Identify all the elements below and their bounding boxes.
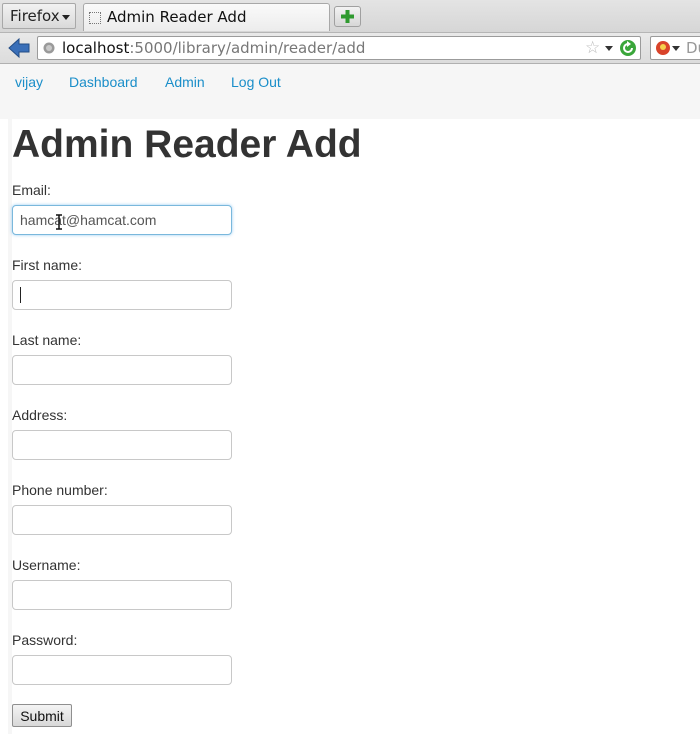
page-title: Admin Reader Add bbox=[12, 123, 362, 166]
tab-title: Admin Reader Add bbox=[107, 8, 247, 26]
page-favicon-icon bbox=[89, 12, 101, 24]
username-label: Username: bbox=[12, 557, 81, 573]
email-label: Email: bbox=[12, 182, 51, 198]
search-engine-dropdown-icon[interactable] bbox=[672, 46, 680, 51]
history-dropdown-icon[interactable] bbox=[605, 46, 613, 51]
bookmark-star-icon[interactable]: ☆ bbox=[585, 38, 600, 58]
nav-dashboard-link[interactable]: Dashboard bbox=[69, 74, 138, 90]
address-field[interactable] bbox=[12, 430, 232, 460]
nav-admin-link[interactable]: Admin bbox=[165, 74, 205, 90]
url-path: :5000/library/admin/reader/add bbox=[129, 39, 366, 57]
nav-user-link[interactable]: vijay bbox=[15, 74, 43, 90]
new-tab-button[interactable] bbox=[334, 6, 361, 27]
plus-icon bbox=[341, 10, 354, 23]
password-field[interactable] bbox=[12, 655, 232, 685]
first-name-field[interactable] bbox=[12, 280, 232, 310]
browser-navigation-bar: localhost:5000/library/admin/reader/add … bbox=[0, 33, 700, 64]
url-text[interactable]: localhost:5000/library/admin/reader/add bbox=[62, 39, 365, 57]
firefox-menu-button[interactable]: Firefox bbox=[2, 3, 76, 29]
browser-tab-bar: Firefox Admin Reader Add bbox=[0, 0, 700, 33]
reload-icon[interactable] bbox=[619, 39, 637, 57]
email-field[interactable] bbox=[12, 205, 232, 235]
phone-number-field[interactable] bbox=[12, 505, 232, 535]
globe-icon bbox=[43, 42, 55, 54]
address-label: Address: bbox=[12, 407, 68, 423]
browser-tab[interactable]: Admin Reader Add bbox=[83, 3, 330, 31]
url-host: localhost bbox=[62, 39, 130, 57]
firefox-menu-label: Firefox bbox=[10, 7, 60, 25]
back-button[interactable] bbox=[6, 36, 32, 60]
search-engine-name: Du bbox=[686, 39, 700, 57]
ibeam-cursor-icon bbox=[56, 214, 62, 230]
nav-logout-link[interactable]: Log Out bbox=[231, 74, 281, 90]
phone-number-label: Phone number: bbox=[12, 482, 108, 498]
password-label: Password: bbox=[12, 632, 78, 648]
text-cursor bbox=[20, 287, 21, 303]
username-field[interactable] bbox=[12, 580, 232, 610]
search-bar[interactable]: Du bbox=[650, 36, 700, 60]
address-bar[interactable]: localhost:5000/library/admin/reader/add … bbox=[37, 36, 641, 60]
search-engine-icon[interactable] bbox=[655, 40, 671, 56]
last-name-field[interactable] bbox=[12, 355, 232, 385]
last-name-label: Last name: bbox=[12, 332, 82, 348]
submit-button[interactable]: Submit bbox=[12, 704, 72, 727]
first-name-label: First name: bbox=[12, 257, 83, 273]
chevron-down-icon bbox=[62, 15, 70, 20]
top-navigation: vijay Dashboard Admin Log Out bbox=[0, 64, 700, 119]
back-arrow-icon bbox=[8, 37, 30, 59]
